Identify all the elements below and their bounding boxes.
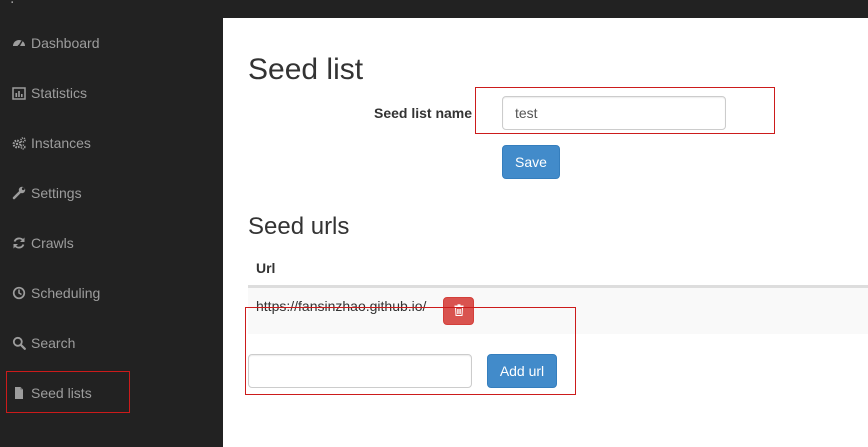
sidebar-item-search[interactable]: Search bbox=[12, 332, 75, 354]
sidebar: Dashboard Statistics Instances Settings … bbox=[0, 18, 223, 447]
sidebar-item-label: Settings bbox=[31, 185, 82, 201]
sidebar-item-seed-lists[interactable]: Seed lists bbox=[12, 382, 92, 404]
sidebar-item-dashboard[interactable]: Dashboard bbox=[12, 32, 100, 54]
table-header: Url bbox=[248, 250, 868, 287]
table-row: https://fansinzhao.github.io/ bbox=[248, 287, 868, 334]
sidebar-item-label: Seed lists bbox=[31, 385, 92, 401]
page-title: Seed list bbox=[248, 53, 364, 86]
add-url-button[interactable]: Add url bbox=[487, 354, 557, 388]
sidebar-item-statistics[interactable]: Statistics bbox=[12, 82, 87, 104]
sidebar-item-crawls[interactable]: Crawls bbox=[12, 232, 74, 254]
main-content: Seed list Seed list name Save Seed urls … bbox=[223, 18, 868, 447]
wrench-icon bbox=[12, 186, 26, 200]
sidebar-item-scheduling[interactable]: Scheduling bbox=[12, 282, 100, 304]
seed-list-name-input[interactable] bbox=[502, 96, 726, 130]
navbar-brand[interactable]: . bbox=[10, 0, 14, 7]
trash-icon bbox=[454, 303, 464, 319]
refresh-icon bbox=[12, 236, 26, 250]
top-navbar: . bbox=[0, 0, 868, 18]
sidebar-item-label: Instances bbox=[31, 135, 91, 151]
url-cell: https://fansinzhao.github.io/ bbox=[256, 298, 427, 314]
save-button[interactable]: Save bbox=[502, 145, 560, 179]
search-icon bbox=[12, 336, 26, 350]
url-column-header: Url bbox=[256, 260, 276, 276]
new-url-input[interactable] bbox=[248, 354, 472, 388]
sidebar-item-label: Scheduling bbox=[31, 285, 101, 301]
file-icon bbox=[12, 386, 26, 400]
sidebar-item-label: Crawls bbox=[31, 235, 74, 251]
dashboard-icon bbox=[12, 36, 26, 50]
delete-url-button[interactable] bbox=[443, 297, 474, 325]
sidebar-item-settings[interactable]: Settings bbox=[12, 182, 82, 204]
seed-urls-heading: Seed urls bbox=[248, 213, 350, 240]
bar-chart-icon bbox=[12, 86, 26, 100]
sidebar-item-label: Dashboard bbox=[31, 35, 100, 51]
clock-icon bbox=[12, 286, 26, 300]
sidebar-item-label: Search bbox=[31, 335, 76, 351]
cogs-icon bbox=[12, 136, 26, 150]
sidebar-item-instances[interactable]: Instances bbox=[12, 132, 91, 154]
sidebar-item-label: Statistics bbox=[31, 85, 88, 101]
seed-list-name-label: Seed list name bbox=[374, 105, 473, 121]
